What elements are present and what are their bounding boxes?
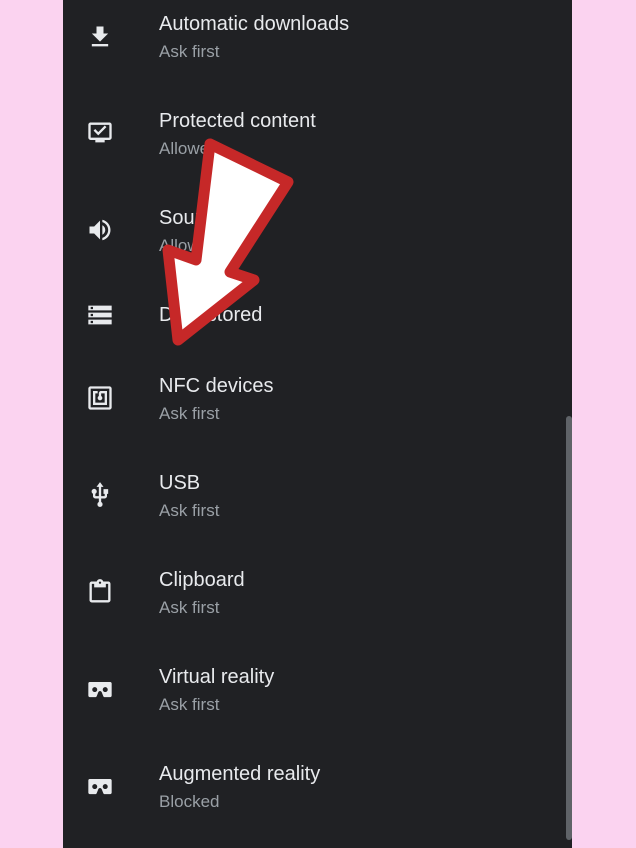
usb-icon [86,481,114,509]
setting-subtitle: Allowed [159,236,219,255]
setting-subtitle: Ask first [159,501,220,520]
ar-icon [86,772,114,800]
nfc-icon [86,384,114,412]
setting-usb[interactable]: USB Ask first [63,459,563,549]
setting-title: Augmented reality [159,763,321,785]
setting-augmented-reality[interactable]: Augmented reality Blocked [63,750,563,840]
setting-title: NFC devices [159,375,274,397]
volume-icon [86,216,114,244]
setting-title: Virtual reality [159,666,275,688]
setting-subtitle: Ask first [159,42,220,61]
setting-nfc-devices[interactable]: NFC devices Ask first [63,362,563,452]
setting-title: Automatic downloads [159,13,350,35]
setting-title: Sound [159,207,217,229]
setting-automatic-downloads[interactable]: Automatic downloads Ask first [63,0,563,90]
setting-subtitle: Blocked [159,792,220,811]
setting-subtitle: Allowed [159,139,219,158]
setting-subtitle: Ask first [159,695,220,714]
setting-sound[interactable]: Sound Allowed [63,194,563,284]
download-icon [86,23,114,51]
setting-title: Clipboard [159,569,245,591]
setting-clipboard[interactable]: Clipboard Ask first [63,556,563,646]
setting-virtual-reality[interactable]: Virtual reality Ask first [63,653,563,743]
vr-icon [86,675,114,703]
clipboard-icon [86,578,114,606]
setting-title: USB [159,472,201,494]
settings-panel: Automatic downloads Ask first Protected … [63,0,572,848]
setting-subtitle: Ask first [159,404,220,423]
scrollbar[interactable] [566,416,572,840]
setting-title: Protected content [159,110,316,132]
setting-protected-content[interactable]: Protected content Allowed [63,97,563,187]
storage-icon [86,301,114,329]
protected-content-icon [86,119,114,147]
setting-subtitle: Ask first [159,598,220,617]
setting-title: Data stored [159,304,263,326]
